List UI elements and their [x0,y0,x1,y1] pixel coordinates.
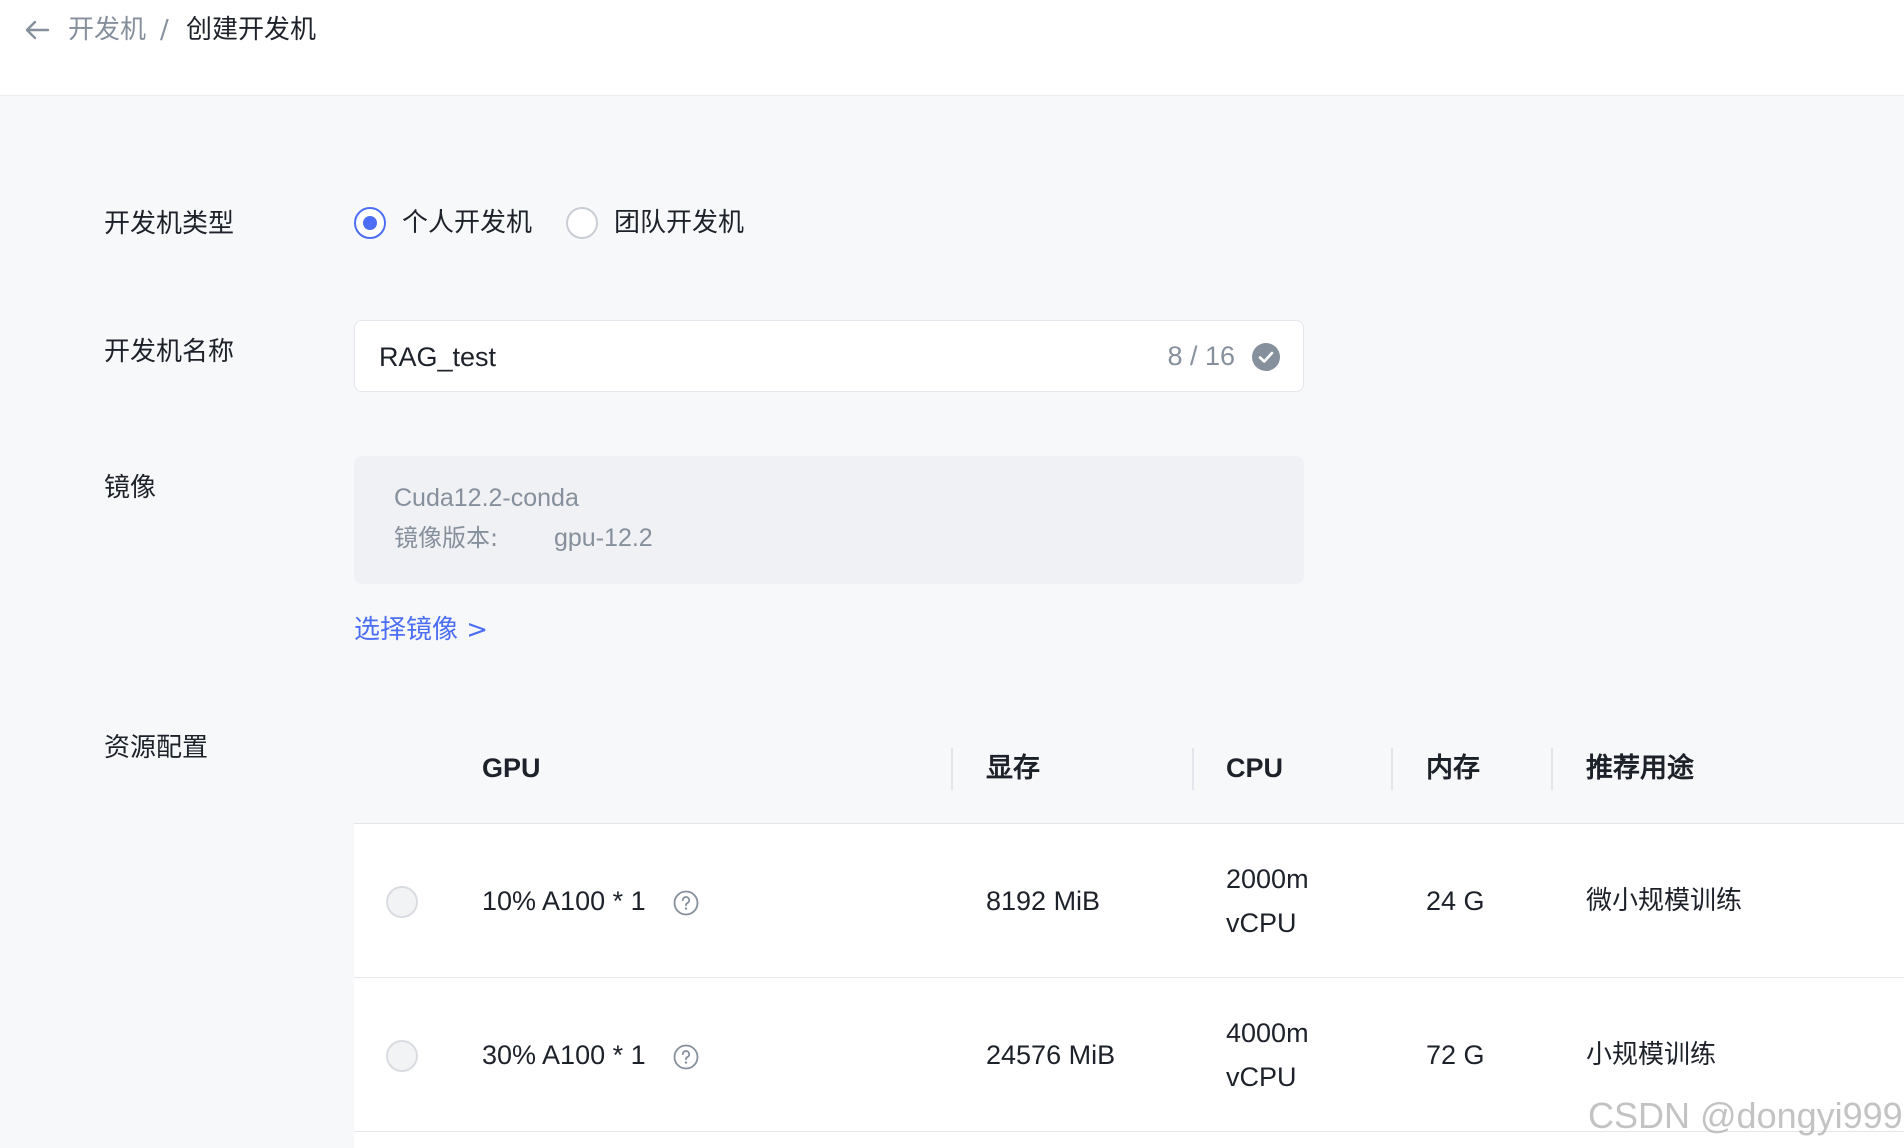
radio-personal-label: 个人开发机 [402,208,533,238]
resource-table: GPU 显存 CPU 内存 推荐用途 10% A100 * 1 8192 MiB… [354,712,1904,1148]
cell-gpu: 30% A100 * 1 [482,1040,646,1070]
cell-vram: 8192 MiB [986,886,1101,916]
radio-team[interactable]: 团队开发机 [566,205,756,245]
cell-gpu: 10% A100 * 1 [482,886,646,916]
cell-memory: 72 G [1426,1040,1485,1070]
table-header: GPU 显存 CPU 内存 推荐用途 [354,712,1904,824]
cell-cpu-value: 2000m [1226,864,1309,894]
column-gpu: GPU [482,753,541,783]
table-row[interactable]: 10% A100 * 1 8192 MiB 2000m vCPU 24 G 微小… [354,824,1904,978]
name-label: 开发机名称 [104,337,235,367]
column-vram: 显存 [986,753,1040,783]
check-circle-icon [1251,342,1281,372]
watermark: CSDN @dongyi999 [1588,1095,1903,1136]
name-input[interactable]: RAG_test 8 / 16 [354,320,1304,392]
image-label: 镜像 [104,473,157,503]
row-select-radio[interactable] [386,1040,418,1072]
breadcrumb-parent[interactable]: 开发机 [68,12,146,48]
cell-cpu-unit: vCPU [1226,908,1297,938]
image-version-label: 镜像版本: [394,524,499,552]
cell-vram: 24576 MiB [986,1040,1116,1070]
image-summary: Cuda12.2-conda 镜像版本: gpu-12.2 [354,456,1304,584]
cell-memory: 24 G [1426,886,1485,916]
image-name: Cuda12.2-conda [394,484,579,512]
column-divider [1391,748,1393,790]
row-select-radio[interactable] [386,886,418,918]
cell-usage: 微小规模训练 [1586,886,1743,916]
cell-usage: 小规模训练 [1586,1040,1717,1070]
column-divider [1551,748,1553,790]
radio-personal-dot[interactable] [354,207,386,239]
resource-label: 资源配置 [104,733,209,763]
cell-cpu-value: 4000m [1226,1018,1309,1048]
column-usage: 推荐用途 [1586,753,1694,783]
column-divider [1192,748,1194,790]
radio-team-label: 团队开发机 [614,208,745,238]
column-cpu: CPU [1226,753,1284,783]
radio-team-dot[interactable] [566,207,598,239]
select-image-link[interactable]: 选择镜像 > [354,612,488,648]
type-label: 开发机类型 [104,209,235,239]
column-divider [951,748,953,790]
top-bar: 开发机 / 创建开发机 [0,0,1904,96]
arrow-left-icon[interactable] [22,12,52,48]
name-input-value[interactable]: RAG_test [379,339,496,375]
help-circle-icon[interactable] [673,890,699,916]
name-char-counter: 8 / 16 [1167,341,1235,371]
breadcrumb-separator: / [160,15,169,45]
page-title: 创建开发机 [186,15,317,45]
image-version-value: gpu-12.2 [554,524,653,552]
column-memory: 内存 [1426,753,1480,783]
cell-cpu-unit: vCPU [1226,1062,1297,1092]
help-circle-icon[interactable] [673,1044,699,1070]
radio-personal[interactable]: 个人开发机 [354,205,544,245]
